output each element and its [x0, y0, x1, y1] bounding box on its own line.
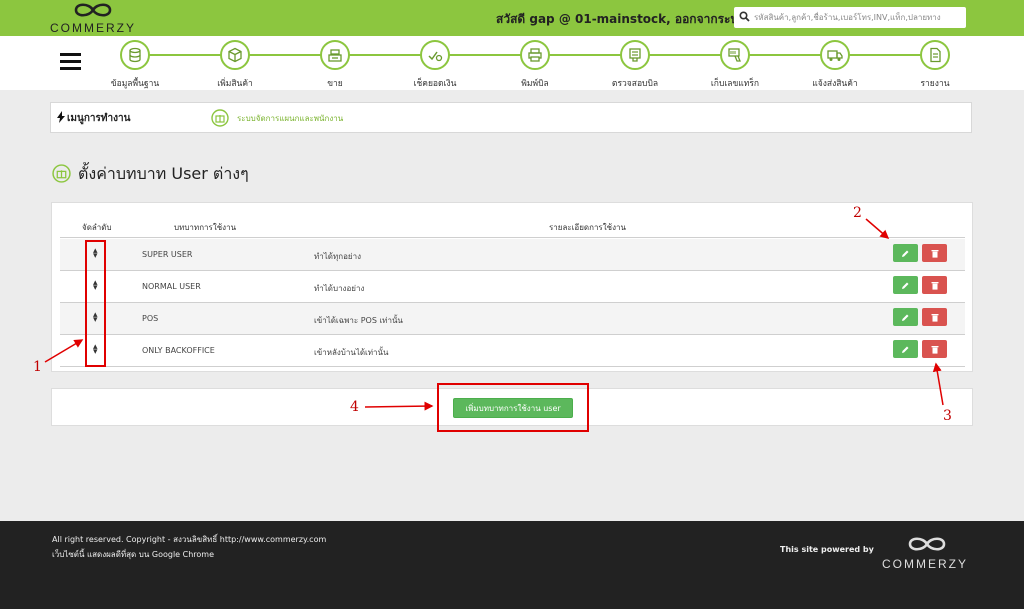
footer-browser-note: เว็บไซต์นี้ แสดงผลดีที่สุด บน Google Chr… [52, 550, 215, 559]
footer-copyright: All right reserved. Copyright - สงวนลิขส… [52, 535, 327, 544]
footer-brand-name: COMMERZY [882, 557, 968, 571]
annotation-number-1: 1 [33, 359, 42, 375]
infinity-logo-icon [908, 537, 946, 551]
annotation-number-2: 2 [853, 205, 862, 221]
footer-powered-by: This site powered by [780, 545, 874, 554]
annotation-number-4: 4 [350, 399, 359, 415]
footer: All right reserved. Copyright - สงวนลิขส… [0, 521, 1024, 609]
footer-logo: COMMERZY [882, 535, 982, 575]
annotation-number-3: 3 [943, 408, 952, 424]
annotation-arrows [44, 218, 944, 411]
